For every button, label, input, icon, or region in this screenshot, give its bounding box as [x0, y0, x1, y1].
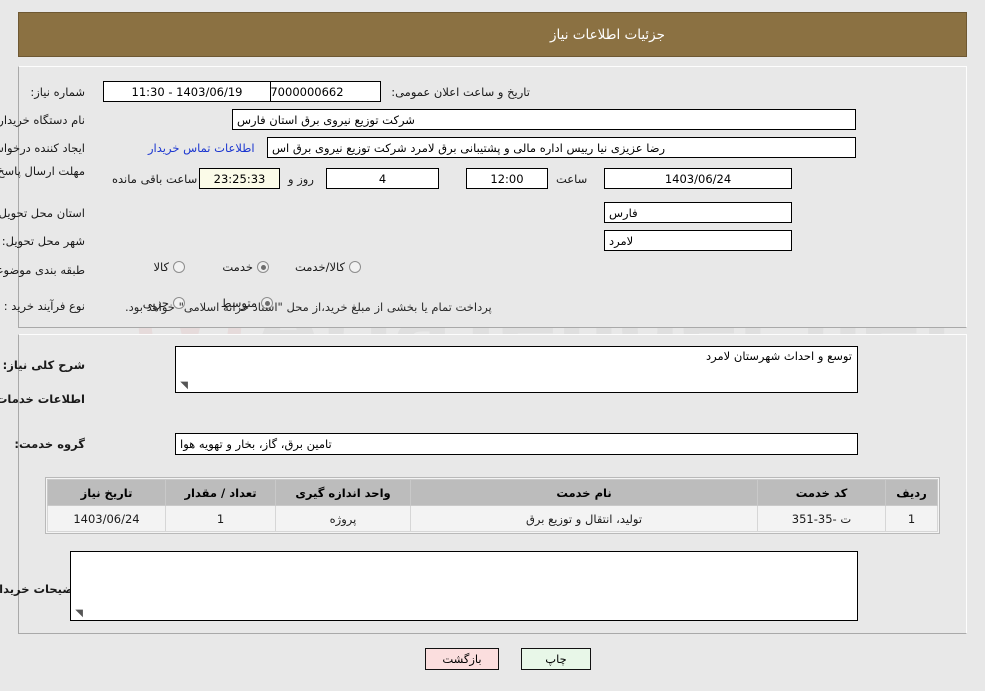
td-quantity: 1	[165, 505, 276, 532]
print-button[interactable]: چاپ	[521, 648, 591, 670]
th-name: نام خدمت	[410, 479, 758, 506]
deadline-hour-label: ساعت	[556, 172, 588, 186]
deadline-date: 1403/06/24	[604, 168, 792, 189]
header: جزئیات اطلاعات نیاز	[18, 12, 967, 57]
services-table-wrap: ردیف کد خدمت نام خدمت واحد اندازه گیری ت…	[45, 477, 940, 534]
need-info-panel	[18, 66, 967, 328]
buyer-org-value: شرکت توزیع نیروی برق استان فارس	[232, 109, 856, 130]
city-label: شهر محل تحویل:	[1, 234, 85, 248]
requester-label: ایجاد کننده درخواست:	[0, 141, 85, 155]
td-need-date: 1403/06/24	[47, 505, 166, 532]
description-value: توسع و احداث شهرستان لامرد	[706, 349, 852, 363]
table-row: 1 ت -35-351 تولید، انتقال و توزیع برق پر…	[47, 505, 938, 532]
th-code: کد خدمت	[757, 479, 886, 506]
resize-grip-icon-notes[interactable]: ◥	[73, 609, 83, 619]
td-unit: پروژه	[275, 505, 411, 532]
need-number-label: شماره نیاز:	[30, 85, 85, 99]
province-value: فارس	[604, 202, 792, 223]
announce-value: 1403/06/19 - 11:30	[103, 81, 271, 102]
requester-value: رضا عزیزی نیا رییس اداره مالی و پشتیبانی…	[267, 137, 856, 158]
header-bar: جزئیات اطلاعات نیاز	[18, 12, 967, 57]
radio-dot-kala-khedmat[interactable]	[349, 261, 361, 273]
back-button[interactable]: بازگشت	[425, 648, 499, 670]
th-need-date: تاریخ نیاز	[47, 479, 166, 506]
remaining-time: 23:25:33	[199, 168, 280, 189]
category-option-label-0: کالا	[153, 260, 169, 274]
deadline-label: مهلت ارسال پاسخ: تا تاریخ:	[0, 164, 85, 178]
deadline-hour: 12:00	[466, 168, 548, 189]
buyer-org-label: نام دستگاه خریدار:	[0, 113, 85, 127]
province-label: استان محل تحویل:	[0, 206, 85, 220]
buyer-contact-link[interactable]: اطلاعات تماس خریدار	[148, 141, 255, 155]
days-and-label: روز و	[288, 172, 314, 186]
buyer-notes-textarea[interactable]: ◥	[70, 551, 858, 621]
th-row: ردیف	[885, 479, 938, 506]
remaining-days: 4	[326, 168, 439, 189]
th-quantity: تعداد / مقدار	[165, 479, 276, 506]
description-textarea[interactable]: توسع و احداث شهرستان لامرد ◥	[175, 346, 858, 393]
category-radio-khedmat[interactable]: خدمت	[214, 260, 269, 274]
category-radio-kala[interactable]: کالا	[145, 260, 185, 274]
radio-dot-khedmat[interactable]	[257, 261, 269, 273]
td-row: 1	[885, 505, 938, 532]
page-title: جزئیات اطلاعات نیاز	[550, 26, 665, 43]
service-group-value: تامین برق، گاز، بخار و تهویه هوا	[175, 433, 858, 455]
category-option-label-1: خدمت	[222, 260, 253, 274]
category-radio-kala-khedmat[interactable]: کالا/خدمت	[287, 260, 361, 274]
category-option-label-2: کالا/خدمت	[294, 260, 345, 274]
announce-label: تاریخ و ساعت اعلان عمومی:	[391, 85, 530, 99]
category-label: طبقه بندی موضوعی:	[0, 263, 85, 277]
payment-note: پرداخت تمام یا بخشی از مبلغ خرید،از محل …	[125, 300, 492, 314]
city-value: لامرد	[604, 230, 792, 251]
page-root: AriaTender.net جزئیات اطلاعات نیاز شماره…	[0, 0, 985, 691]
td-name: تولید، انتقال و توزیع برق	[410, 505, 758, 532]
table-header-row: ردیف کد خدمت نام خدمت واحد اندازه گیری ت…	[47, 479, 938, 506]
resize-grip-icon[interactable]: ◥	[178, 381, 188, 391]
service-group-label: گروه خدمت:	[14, 437, 85, 451]
remaining-suffix: ساعت باقی مانده	[112, 172, 198, 186]
th-unit: واحد اندازه گیری	[275, 479, 411, 506]
description-label: شرح کلی نیاز:	[2, 358, 85, 372]
td-code: ت -35-351	[757, 505, 886, 532]
services-table: ردیف کد خدمت نام خدمت واحد اندازه گیری ت…	[47, 479, 938, 532]
services-section-title: اطلاعات خدمات مورد نیاز	[0, 392, 85, 406]
process-label: نوع فرآیند خرید :	[3, 299, 85, 313]
radio-dot-kala[interactable]	[173, 261, 185, 273]
